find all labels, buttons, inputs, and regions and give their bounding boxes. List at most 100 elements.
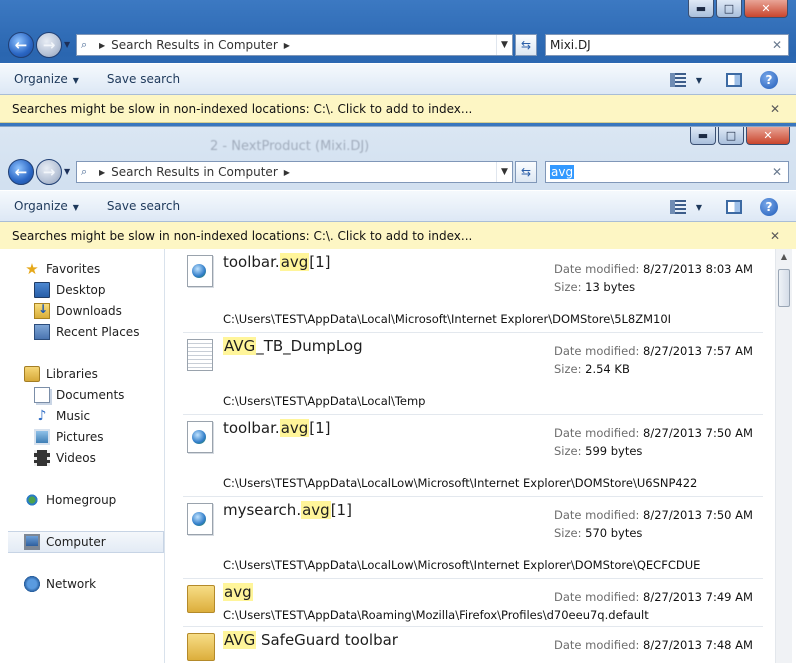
back-search-input[interactable]: Mixi.DJ ✕: [545, 34, 789, 56]
result-item[interactable]: AVG SafeGuard toolbar Date modified: 8/2…: [183, 627, 763, 663]
back-organize-button[interactable]: Organize ▼: [0, 72, 93, 86]
front-info-bar[interactable]: Searches might be slow in non-indexed lo…: [0, 222, 796, 250]
result-size-value: 13 bytes: [585, 280, 636, 294]
back-forward-arrow-icon[interactable]: →: [36, 32, 62, 58]
front-organize-button[interactable]: Organize ▼: [0, 199, 93, 213]
back-preview-pane-icon[interactable]: [726, 73, 742, 87]
nav-downloads-label: Downloads: [56, 304, 122, 318]
results-scrollbar[interactable]: ▲: [775, 249, 792, 663]
front-info-bar-close-icon[interactable]: ✕: [770, 229, 780, 243]
result-size-value: 2.54 KB: [585, 362, 630, 376]
result-date-value: 8/27/2013 8:03 AM: [643, 262, 753, 276]
back-refresh-icon[interactable]: ⇆: [515, 34, 537, 56]
scroll-up-arrow-icon[interactable]: ▲: [776, 249, 792, 265]
front-organize-label: Organize: [14, 199, 68, 213]
back-help-icon[interactable]: ?: [760, 71, 778, 89]
nav-recent-places-label: Recent Places: [56, 325, 140, 339]
nav-network[interactable]: Network: [24, 574, 164, 594]
front-view-chevron-icon[interactable]: ▼: [696, 203, 702, 212]
nav-libraries-label: Libraries: [46, 367, 98, 381]
nav-computer[interactable]: Computer: [8, 531, 164, 553]
front-preview-pane-icon[interactable]: [726, 200, 742, 214]
nav-desktop[interactable]: Desktop: [34, 280, 164, 300]
back-breadcrumb-arrow-icon: ▶: [283, 40, 290, 50]
front-recent-pages-chevron-icon[interactable]: ▼: [64, 167, 74, 176]
back-minimize-button[interactable]: ▬: [688, 0, 714, 18]
front-address-dropdown-icon[interactable]: ▼: [496, 162, 512, 182]
text-file-icon: [187, 339, 213, 371]
front-clear-search-icon[interactable]: ✕: [772, 165, 782, 179]
result-name-highlight: avg: [223, 583, 253, 601]
front-forward-arrow-icon[interactable]: →: [36, 159, 62, 185]
nav-favorites[interactable]: ★ Favorites: [24, 259, 164, 279]
back-back-arrow-icon[interactable]: ←: [8, 32, 34, 58]
search-results-pane: toolbar.avg[1] Date modified: 8/27/2013 …: [165, 249, 796, 663]
nav-homegroup-label: Homegroup: [46, 493, 117, 507]
front-back-arrow-icon[interactable]: ←: [8, 159, 34, 185]
back-save-search-button[interactable]: Save search: [93, 72, 194, 86]
nav-recent-places[interactable]: Recent Places: [34, 322, 164, 342]
back-change-view-icon[interactable]: [669, 73, 686, 87]
nav-documents[interactable]: Documents: [34, 385, 164, 405]
downloads-folder-icon: [34, 302, 50, 319]
result-item[interactable]: mysearch.avg[1] Date modified: 8/27/2013…: [183, 497, 763, 579]
ie-document-file-icon: [187, 255, 213, 287]
front-search-input[interactable]: avg ✕: [545, 161, 789, 183]
front-maximize-button[interactable]: □: [718, 127, 744, 145]
result-name-suffix: SafeGuard toolbar: [256, 631, 398, 649]
front-minimize-button[interactable]: ▬: [690, 127, 716, 145]
result-path: C:\Users\TEST\AppData\Local\Temp: [223, 394, 426, 408]
result-name-suffix: [1]: [309, 253, 331, 271]
back-view-chevron-icon[interactable]: ▼: [696, 76, 702, 85]
back-maximize-button[interactable]: □: [716, 0, 742, 18]
nav-computer-label: Computer: [46, 535, 106, 549]
front-address-field[interactable]: ⌕ ▶ Search Results in Computer ▶ ▼: [76, 161, 513, 183]
result-item[interactable]: toolbar.avg[1] Date modified: 8/27/2013 …: [183, 415, 763, 497]
back-address-field[interactable]: ⌕ ▶ Search Results in Computer ▶ ▼: [76, 34, 513, 56]
result-date: Date modified: 8/27/2013 7:50 AM: [554, 508, 753, 522]
front-help-icon[interactable]: ?: [760, 198, 778, 216]
date-modified-label: Date modified:: [554, 638, 640, 652]
back-recent-pages-chevron-icon[interactable]: ▼: [64, 40, 74, 49]
nav-downloads[interactable]: Downloads: [34, 301, 164, 321]
result-size: Size: 2.54 KB: [554, 362, 630, 376]
scrollbar-thumb[interactable]: [778, 269, 790, 307]
result-date: Date modified: 8/27/2013 8:03 AM: [554, 262, 753, 276]
favorites-star-icon: ★: [25, 260, 39, 278]
nav-favorites-label: Favorites: [46, 262, 101, 276]
nav-music[interactable]: ♪ Music: [34, 406, 164, 426]
front-save-search-button[interactable]: Save search: [93, 199, 194, 213]
nav-videos[interactable]: Videos: [34, 448, 164, 468]
front-change-view-icon[interactable]: [669, 200, 686, 214]
front-refresh-icon[interactable]: ⇆: [515, 161, 537, 183]
music-note-icon: ♪: [37, 408, 47, 424]
result-item[interactable]: AVG_TB_DumpLog Date modified: 8/27/2013 …: [183, 333, 763, 415]
back-breadcrumb-arrow-icon: ▶: [99, 40, 106, 50]
nav-pictures[interactable]: Pictures: [34, 427, 164, 447]
back-toolbar-right: ▼ ?: [669, 64, 796, 96]
nav-homegroup[interactable]: Homegroup: [24, 490, 164, 510]
front-organize-chevron-icon: ▼: [72, 203, 79, 212]
result-name-highlight: avg: [279, 253, 310, 271]
back-info-bar-close-icon[interactable]: ✕: [770, 102, 780, 116]
back-organize-chevron-icon: ▼: [72, 76, 79, 85]
back-search-folder-icon: ⌕: [81, 38, 88, 51]
back-info-bar[interactable]: Searches might be slow in non-indexed lo…: [0, 95, 796, 123]
back-info-bar-text: Searches might be slow in non-indexed lo…: [12, 101, 473, 116]
result-item[interactable]: avg Date modified: 8/27/2013 7:49 AM C:\…: [183, 579, 763, 627]
result-filename: toolbar.avg[1]: [223, 419, 331, 437]
result-item[interactable]: toolbar.avg[1] Date modified: 8/27/2013 …: [183, 249, 763, 333]
folder-icon: [187, 585, 215, 613]
back-breadcrumb: Search Results in Computer: [111, 38, 278, 52]
front-close-button[interactable]: ✕: [746, 127, 790, 145]
result-date: Date modified: 8/27/2013 7:57 AM: [554, 344, 753, 358]
result-date-value: 8/27/2013 7:49 AM: [643, 590, 753, 604]
result-name-prefix: toolbar.: [223, 253, 280, 271]
date-modified-label: Date modified:: [554, 426, 640, 440]
nav-libraries[interactable]: Libraries: [24, 364, 164, 384]
nav-videos-label: Videos: [56, 451, 96, 465]
back-close-button[interactable]: ✕: [744, 0, 788, 18]
back-address-dropdown-icon[interactable]: ▼: [496, 35, 512, 55]
back-clear-search-icon[interactable]: ✕: [772, 38, 782, 52]
recent-places-icon: [34, 324, 50, 340]
